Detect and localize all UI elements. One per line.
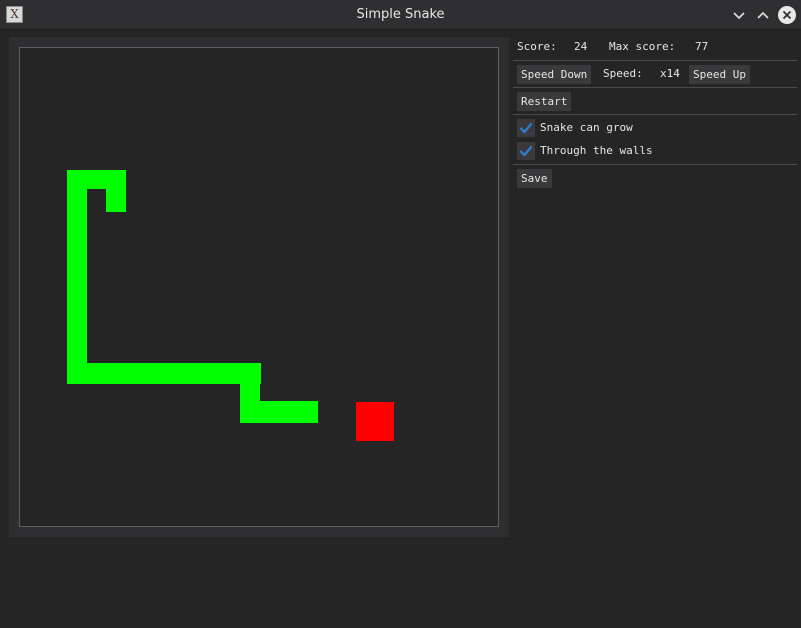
speed-label: Speed:	[603, 67, 643, 80]
through-walls-label: Through the walls	[540, 144, 653, 157]
maximize-button[interactable]	[752, 4, 774, 26]
speed-value: x14	[660, 67, 680, 80]
separator	[513, 114, 797, 115]
max-score-value: 77	[695, 40, 709, 53]
food	[356, 402, 394, 441]
score-value: 24	[574, 40, 588, 53]
window-title: Simple Snake	[356, 7, 445, 22]
separator	[513, 60, 797, 61]
close-icon	[778, 6, 796, 24]
snake-segment	[106, 170, 126, 212]
title-bar[interactable]: X Simple Snake	[0, 0, 801, 30]
snake-can-grow-label: Snake can grow	[540, 121, 633, 134]
max-score-label: Max score:	[609, 40, 676, 53]
checkmark-icon	[519, 122, 533, 134]
chevron-down-icon	[733, 12, 745, 20]
snake-segment	[67, 170, 87, 384]
restart-button[interactable]: Restart	[517, 92, 572, 111]
through-walls-checkbox[interactable]	[517, 142, 535, 160]
minimize-button[interactable]	[728, 4, 750, 26]
game-board[interactable]	[19, 47, 499, 527]
snake-segment	[240, 401, 318, 423]
score-label: Score:	[517, 40, 557, 53]
separator	[513, 87, 797, 88]
control-panel: Score: 24 Max score: 77 Speed Down Speed…	[513, 36, 799, 236]
speed-down-button[interactable]: Speed Down	[517, 65, 592, 84]
chevron-up-icon	[757, 11, 769, 19]
checkmark-icon	[519, 145, 533, 157]
snake-can-grow-checkbox[interactable]	[517, 119, 535, 137]
snake-segment	[67, 363, 261, 384]
speed-up-button[interactable]: Speed Up	[689, 65, 750, 84]
separator	[513, 164, 797, 165]
save-button[interactable]: Save	[517, 169, 552, 188]
close-button[interactable]	[776, 4, 798, 26]
